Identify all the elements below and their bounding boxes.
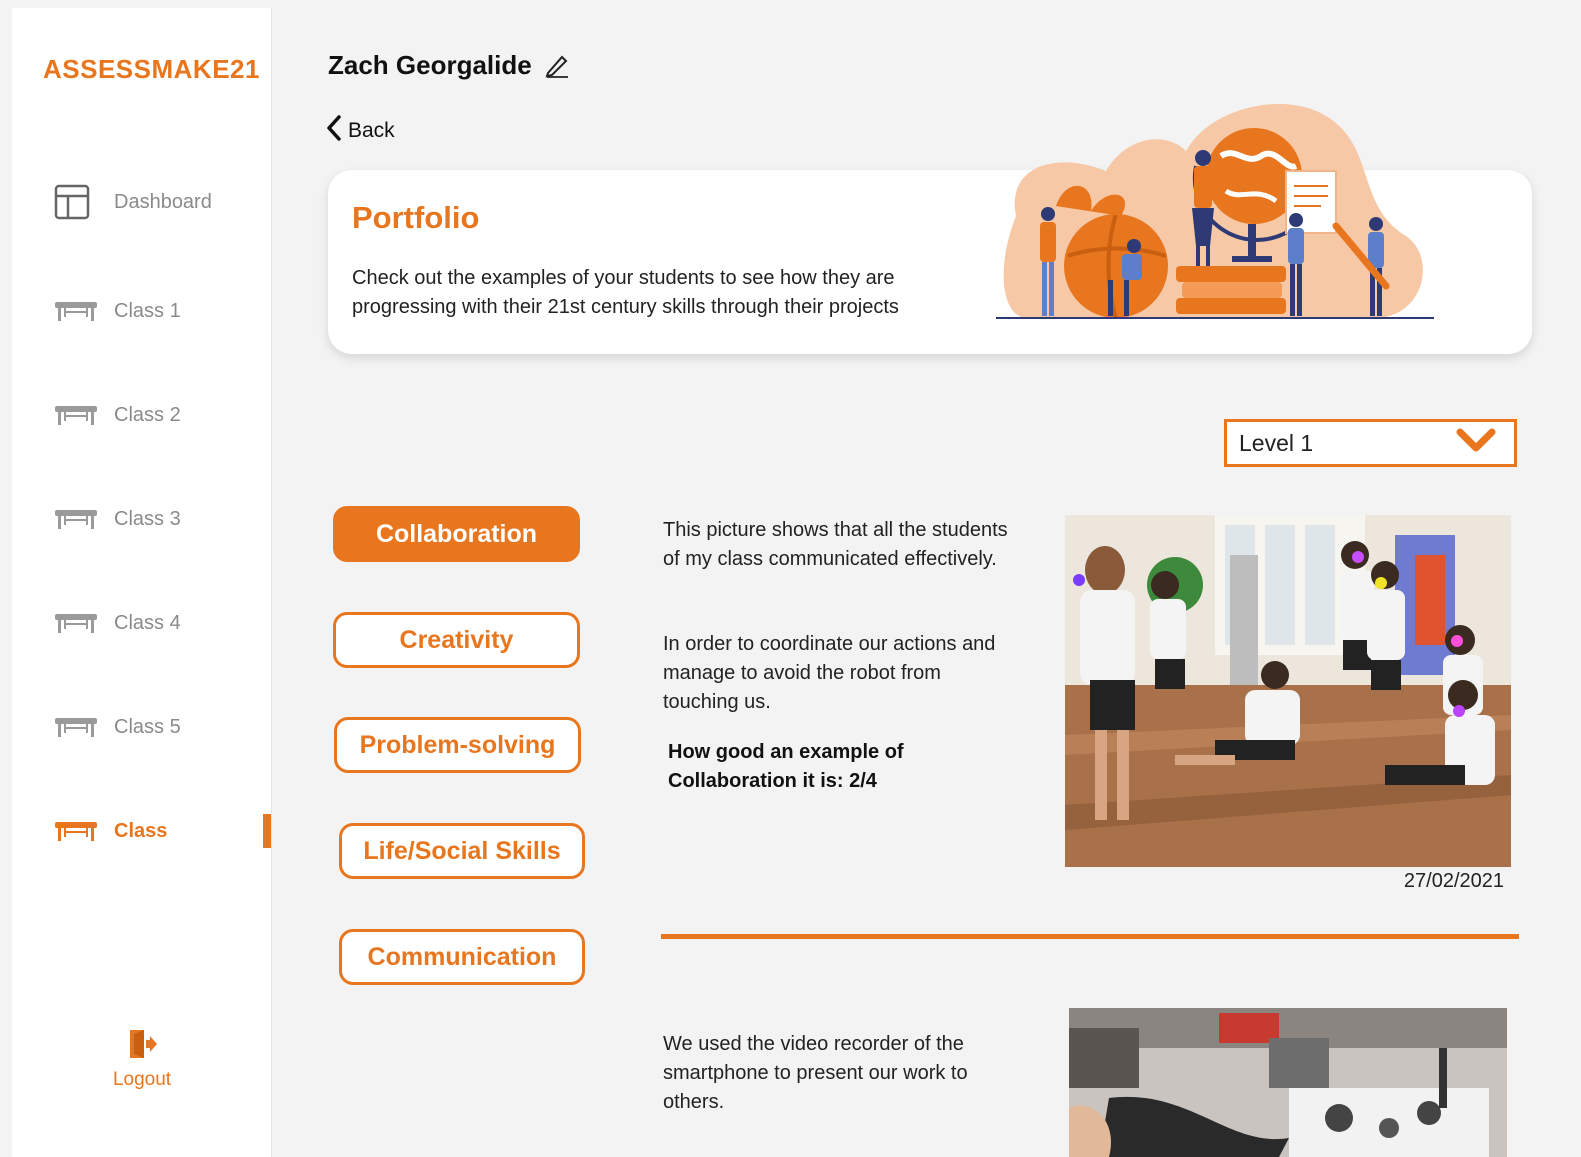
skill-button-communication[interactable]: Communication (339, 929, 585, 985)
active-indicator (263, 814, 271, 848)
user-name: Zach Georgalide (328, 50, 570, 81)
desk-icon (54, 395, 98, 435)
skill-button-creativity[interactable]: Creativity (333, 612, 580, 668)
sidebar-item-class-5[interactable]: Class 5 (54, 707, 272, 747)
entry-date: 27/02/2021 (1403, 870, 1504, 892)
rating-line: How good an example of (668, 741, 904, 763)
pencil-icon[interactable] (544, 53, 570, 79)
entry-photo[interactable] (1069, 1008, 1507, 1157)
skill-button-collaboration[interactable]: Collaboration (333, 506, 580, 562)
entry-paragraph: This picture shows that all the students… (663, 519, 1008, 570)
logout-icon (126, 1028, 158, 1065)
entry-divider (661, 934, 1519, 939)
logout-button[interactable]: Logout (92, 1028, 192, 1091)
sidebar: ASSESSMAKE21 Dashboard Class 1 Class 2 C… (12, 8, 272, 1157)
entry-paragraph: We used the video recorder of the smartp… (663, 1033, 968, 1113)
user-name-text: Zach Georgalide (328, 50, 532, 80)
desk-icon (54, 811, 98, 851)
back-button[interactable]: Back (326, 114, 395, 148)
sidebar-item-label: Class 2 (114, 403, 181, 426)
education-illustration (996, 96, 1434, 324)
sidebar-item-label: Class 5 (114, 715, 181, 738)
sidebar-item-label: Class 3 (114, 507, 181, 530)
rating-line: Collaboration it is: 2/4 (668, 770, 877, 792)
sidebar-item-class-4[interactable]: Class 4 (54, 603, 272, 643)
sidebar-item-label: Class (114, 819, 168, 842)
sidebar-item-class-3[interactable]: Class 3 (54, 499, 272, 539)
back-label: Back (348, 119, 395, 142)
dashboard-icon (54, 182, 98, 222)
level-select[interactable]: Level 1 (1224, 419, 1517, 467)
logout-label: Logout (112, 1069, 172, 1090)
desk-icon (54, 603, 98, 643)
entry-paragraph: In order to coordinate our actions and m… (663, 633, 996, 713)
sidebar-item-label: Dashboard (114, 190, 212, 213)
chevron-left-icon (326, 114, 342, 148)
sidebar-item-class-1[interactable]: Class 1 (54, 291, 272, 331)
sidebar-item-dashboard[interactable]: Dashboard (54, 182, 272, 222)
desk-icon (54, 499, 98, 539)
brand-logo[interactable]: ASSESSMAKE21 (43, 54, 260, 85)
desk-icon (54, 707, 98, 747)
sidebar-item-label: Class 4 (114, 611, 181, 634)
sidebar-item-label: Class 1 (114, 299, 181, 322)
sidebar-item-class-2[interactable]: Class 2 (54, 395, 272, 435)
sidebar-item-class[interactable]: Class (54, 811, 272, 851)
chevron-down-icon (1456, 428, 1496, 459)
level-select-value: Level 1 (1239, 429, 1314, 456)
skill-button-life-social-skills[interactable]: Life/Social Skills (339, 823, 585, 879)
desk-icon (54, 291, 98, 331)
portfolio-title: Portfolio (352, 200, 480, 235)
entry-rating: How good an example of Collaboration it … (668, 738, 904, 796)
portfolio-description: Check out the examples of your students … (352, 267, 899, 318)
entry-photo[interactable] (1065, 515, 1511, 867)
skill-button-problem-solving[interactable]: Problem-solving (334, 717, 581, 773)
